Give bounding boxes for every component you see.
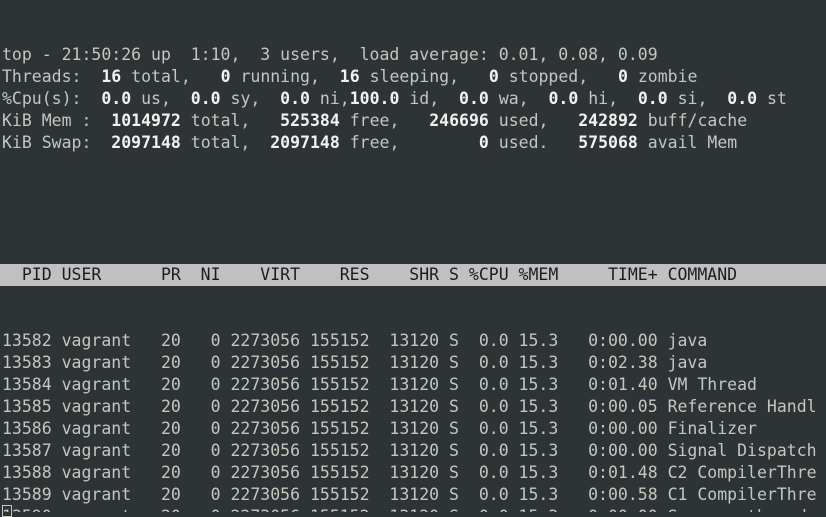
- terminal-screen[interactable]: top - 21:50:26 up 1:10, 3 users, load av…: [0, 0, 826, 512]
- process-row: 13589 vagrant 20 0 2273056 155152 13120 …: [2, 484, 826, 506]
- process-row: 13588 vagrant 20 0 2273056 155152 13120 …: [2, 462, 826, 484]
- summary-line: KiB Swap: 2097148 total, 2097148 free, 0…: [2, 132, 826, 154]
- process-row: 13585 vagrant 20 0 2273056 155152 13120 …: [2, 396, 826, 418]
- process-rows: 13582 vagrant 20 0 2273056 155152 13120 …: [2, 330, 826, 512]
- process-row: 13587 vagrant 20 0 2273056 155152 13120 …: [2, 440, 826, 462]
- process-row: 13583 vagrant 20 0 2273056 155152 13120 …: [2, 352, 826, 374]
- blank-line: [2, 198, 826, 220]
- column-header-row: PID USER PR NI VIRT RES SHR S %CPU %MEM …: [0, 264, 826, 286]
- process-row: 13586 vagrant 20 0 2273056 155152 13120 …: [2, 418, 826, 440]
- terminal-cursor: [2, 505, 12, 517]
- summary-lines: top - 21:50:26 up 1:10, 3 users, load av…: [2, 44, 826, 154]
- summary-line: KiB Mem : 1014972 total, 525384 free, 24…: [2, 110, 826, 132]
- process-row: 13590 vagrant 20 0 2273056 155152 13120 …: [2, 506, 826, 512]
- process-row: 13582 vagrant 20 0 2273056 155152 13120 …: [2, 330, 826, 352]
- process-row: 13584 vagrant 20 0 2273056 155152 13120 …: [2, 374, 826, 396]
- summary-line: top - 21:50:26 up 1:10, 3 users, load av…: [2, 44, 826, 66]
- summary-line: Threads: 16 total, 0 running, 16 sleepin…: [2, 66, 826, 88]
- summary-line: %Cpu(s): 0.0 us, 0.0 sy, 0.0 ni,100.0 id…: [2, 88, 826, 110]
